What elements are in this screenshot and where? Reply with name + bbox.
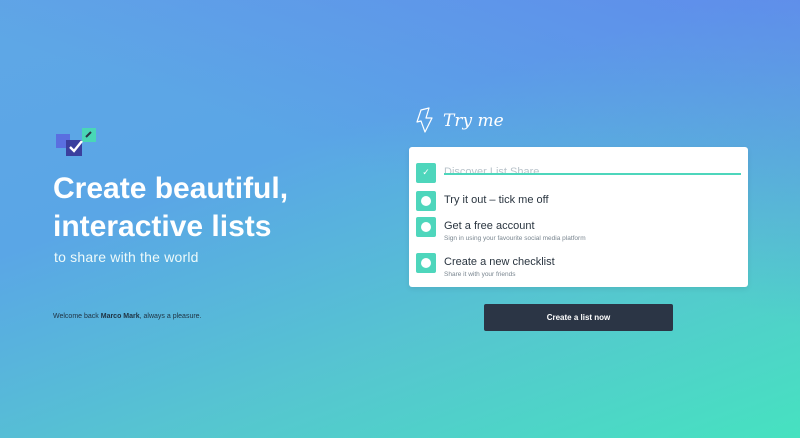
lightning-arrow-icon [416,107,433,133]
checklist-item-title: Get a free account [444,220,535,232]
hero-title-line1: Create beautiful, [53,172,289,205]
welcome-user-name: Marco Mark [100,313,140,320]
checklist-item-discover[interactable]: ✓ Discover List Share [416,163,741,193]
create-list-button[interactable]: Create a list now [484,304,673,331]
strikethrough-line [444,173,741,175]
checkbox-unchecked[interactable] [416,217,436,237]
checklist-item-title: Create a new checklist [444,256,555,268]
checkbox-checked[interactable]: ✓ [416,163,436,183]
welcome-suffix: , always a pleasure. [139,313,202,320]
checklist-card: ✓ Discover List Share Try it out – tick … [409,147,748,287]
checklist-item-title: Try it out – tick me off [444,194,549,206]
checklist-item-new-checklist[interactable]: Create a new checklist Share it with you… [416,253,741,283]
checklist-item-subtitle: Share it with your friends [444,271,516,278]
circle-icon [421,258,431,268]
hero-title-line2: interactive lists [53,210,272,243]
checkbox-unchecked[interactable] [416,253,436,273]
try-me-text: Try me [443,111,504,131]
checklist-item-title: Discover List Share [444,166,540,178]
hero-subtitle: to share with the world [54,249,199,265]
checklist-item-account[interactable]: Get a free account Sign in using your fa… [416,217,741,247]
checklist-item-subtitle: Sign in using your favourite social medi… [444,235,586,242]
checkbox-unchecked[interactable] [416,191,436,211]
welcome-message: Welcome back Marco Mark, always a pleasu… [53,313,202,320]
circle-icon [421,222,431,232]
checkmark-icon: ✓ [422,168,430,178]
checklist-logo-icon [56,128,96,156]
hero-title: Create beautiful, interactive lists [53,170,393,246]
try-me-label: Try me [416,107,504,133]
welcome-prefix: Welcome back [53,313,101,320]
circle-icon [421,196,431,206]
